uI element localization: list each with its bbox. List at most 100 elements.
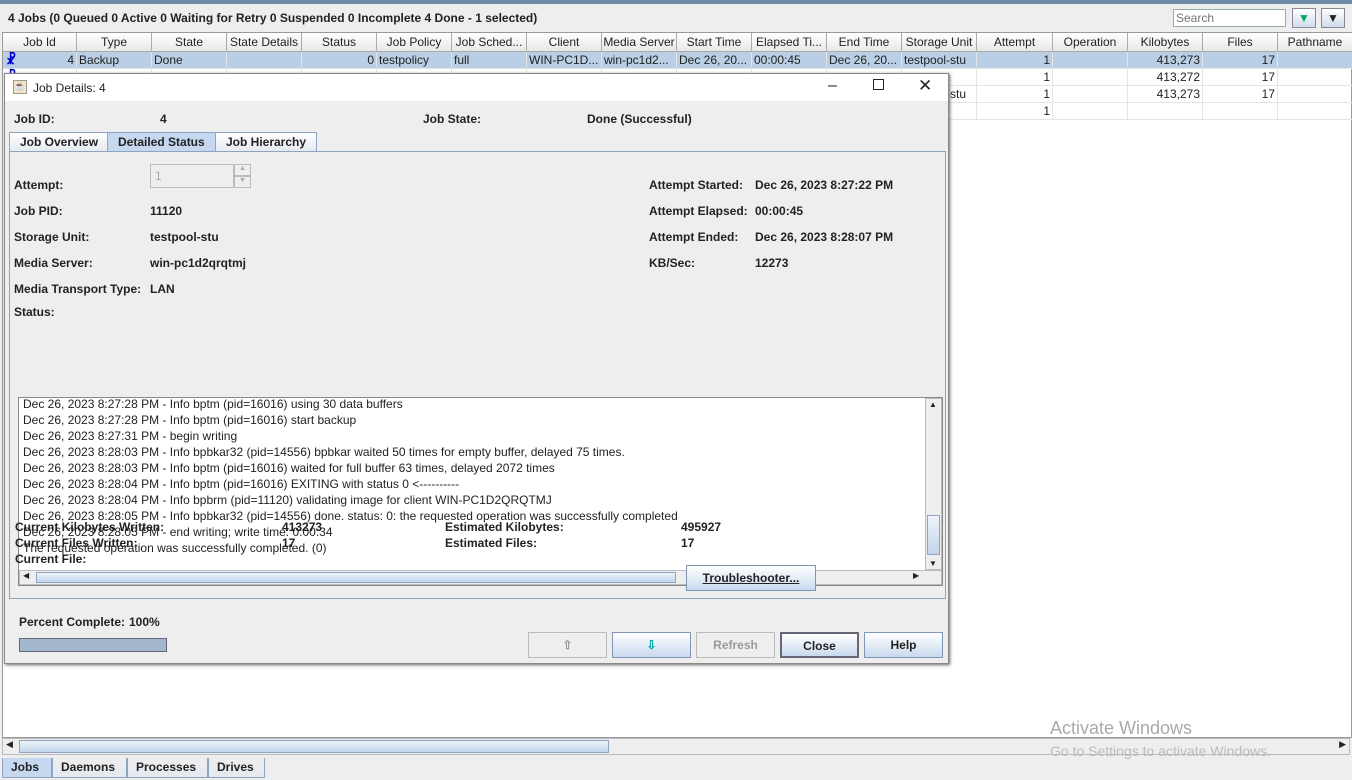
table-cell: Dec 26, 20... [677, 52, 752, 69]
table-cell: Backup [77, 52, 152, 69]
scrollbar-thumb[interactable] [927, 515, 940, 555]
table-cell: Done [152, 52, 227, 69]
column-header[interactable]: State [152, 33, 227, 52]
scrollbar-thumb[interactable] [36, 572, 676, 583]
kb-sec-label: KB/Sec: [649, 256, 696, 270]
column-header[interactable]: Media Server [602, 33, 677, 52]
column-header[interactable]: Job Policy [377, 33, 452, 52]
column-header[interactable]: Client [527, 33, 602, 52]
percent-complete-label: Percent Complete: [19, 615, 126, 629]
jobs-summary: 4 Jobs (0 Queued 0 Active 0 Waiting for … [8, 11, 538, 25]
log-line: Dec 26, 2023 8:27:31 PM - begin writing [23, 429, 238, 443]
log-vertical-scrollbar[interactable]: ▲ ▼ [925, 398, 942, 570]
scroll-left-icon[interactable]: ◀ [6, 739, 13, 750]
table-cell [1053, 52, 1128, 69]
table-cell: full [452, 52, 527, 69]
table-cell: Dec 26, 20... [827, 52, 902, 69]
java-icon: ☕ [13, 80, 27, 94]
log-line: Dec 26, 2023 8:28:04 PM - Info bpbrm (pi… [23, 493, 552, 507]
column-header[interactable]: Elapsed Ti... [752, 33, 827, 52]
troubleshooter-button[interactable]: Troubleshooter... [686, 565, 816, 591]
current-files-value: 17 [282, 536, 296, 550]
column-header[interactable]: Job Sched... [452, 33, 527, 52]
column-header[interactable]: Files [1203, 33, 1278, 52]
scroll-up-icon[interactable]: ▲ [929, 400, 937, 409]
media-server-value: win-pc1d2qrqtmj [150, 256, 247, 270]
tab-detailed-status[interactable]: Detailed Status [107, 132, 216, 152]
spinner-down-icon[interactable]: ▼ [234, 176, 251, 188]
kb-sec-value: 12273 [755, 256, 789, 270]
scroll-down-icon[interactable]: ▼ [929, 559, 937, 568]
next-job-button[interactable]: ⇩ [612, 632, 691, 658]
scroll-right-icon[interactable]: ▶ [913, 571, 919, 580]
table-cell: testpool-stu [902, 52, 977, 69]
watermark-title: Activate Windows [1050, 718, 1193, 738]
refresh-button[interactable]: Refresh [696, 632, 775, 658]
column-header[interactable]: Operation [1053, 33, 1128, 52]
estimated-files-label: Estimated Files: [445, 536, 538, 550]
column-header[interactable]: Storage Unit [902, 33, 977, 52]
table-cell: testpolicy [377, 52, 452, 69]
table-cell: 413,273 [1128, 52, 1203, 69]
dialog-title-bar: ☕ Job Details: 4 – ✕ [5, 74, 948, 101]
table-cell [1128, 103, 1203, 120]
spinner-up-icon[interactable]: ▲ [234, 164, 251, 176]
scroll-left-icon[interactable]: ◀ [23, 571, 29, 580]
job-id-value: 4 [160, 112, 167, 126]
column-header[interactable]: Attempt [977, 33, 1053, 52]
column-header[interactable]: Job Id [3, 33, 77, 52]
arrow-up-icon: ⇧ [562, 638, 573, 652]
table-cell [1278, 69, 1352, 86]
tab-job-overview[interactable]: Job Overview [9, 132, 110, 152]
table-cell [1278, 103, 1352, 120]
column-header[interactable]: Pathname [1278, 33, 1352, 52]
attempt-ended-label: Attempt Ended: [649, 230, 739, 244]
tab-job-hierarchy[interactable]: Job Hierarchy [215, 132, 318, 152]
table-cell: WIN-PC1D... [527, 52, 602, 69]
tab-jobs[interactable]: Jobs [2, 758, 52, 778]
table-cell [1053, 103, 1128, 120]
column-header[interactable]: Status [302, 33, 377, 52]
media-transport-label: Media Transport Type: [14, 282, 142, 296]
column-header[interactable]: Start Time [677, 33, 752, 52]
watermark-subtitle: Go to Settings to activate Windows. [1050, 743, 1271, 759]
log-line: Dec 26, 2023 8:28:04 PM - Info bptm (pid… [23, 477, 460, 491]
menu-dropdown-button[interactable]: ▼ [1321, 8, 1345, 28]
table-cell: 1 [977, 69, 1053, 86]
close-window-icon[interactable]: ✕ [918, 76, 932, 96]
filter-button[interactable]: ▼ [1292, 8, 1316, 28]
log-line: Dec 26, 2023 8:28:03 PM - Info bpbkar32 … [23, 445, 625, 459]
column-header[interactable]: End Time [827, 33, 902, 52]
table-cell [1053, 69, 1128, 86]
progress-fill [20, 639, 166, 651]
current-kb-label: Current Kilobytes Written: [15, 520, 165, 534]
status-log[interactable]: Dec 26, 2023 8:27:28 PM - Info bptm (pid… [18, 397, 943, 586]
job-id-label: Job ID: [14, 112, 55, 126]
job-pid-value: 11120 [150, 204, 183, 218]
attempt-started-label: Attempt Started: [649, 178, 744, 192]
scrollbar-thumb[interactable] [19, 740, 609, 753]
attempt-elapsed-value: 00:00:45 [755, 204, 804, 218]
minimize-icon[interactable]: – [828, 77, 837, 95]
table-cell: 17 [1203, 52, 1278, 69]
tab-drives[interactable]: Drives [208, 758, 265, 778]
column-header[interactable]: State Details [227, 33, 302, 52]
maximize-icon[interactable] [873, 79, 884, 90]
tab-daemons[interactable]: Daemons [52, 758, 127, 778]
column-header[interactable]: Type [77, 33, 152, 52]
table-row[interactable]: 4 Backup Done 0 testpolicy full WIN-PC1D... win… [3, 52, 1352, 69]
job-done-icon: ☧ [6, 52, 17, 67]
job-state-label: Job State: [423, 112, 482, 126]
search-input[interactable] [1173, 9, 1286, 27]
column-header[interactable]: Kilobytes [1128, 33, 1203, 52]
estimated-kb-value: 495927 [681, 520, 722, 534]
attempt-ended-value: Dec 26, 2023 8:28:07 PM [755, 230, 894, 244]
previous-job-button[interactable]: ⇧ [528, 632, 607, 658]
attempt-spinner[interactable]: 1 [150, 164, 234, 188]
scroll-right-icon[interactable]: ▶ [1339, 739, 1346, 750]
percent-complete-value: 100% [129, 615, 160, 629]
table-cell: 1 [977, 103, 1053, 120]
help-button[interactable]: Help [864, 632, 943, 658]
tab-processes[interactable]: Processes [127, 758, 208, 778]
close-button[interactable]: Close [780, 632, 859, 658]
